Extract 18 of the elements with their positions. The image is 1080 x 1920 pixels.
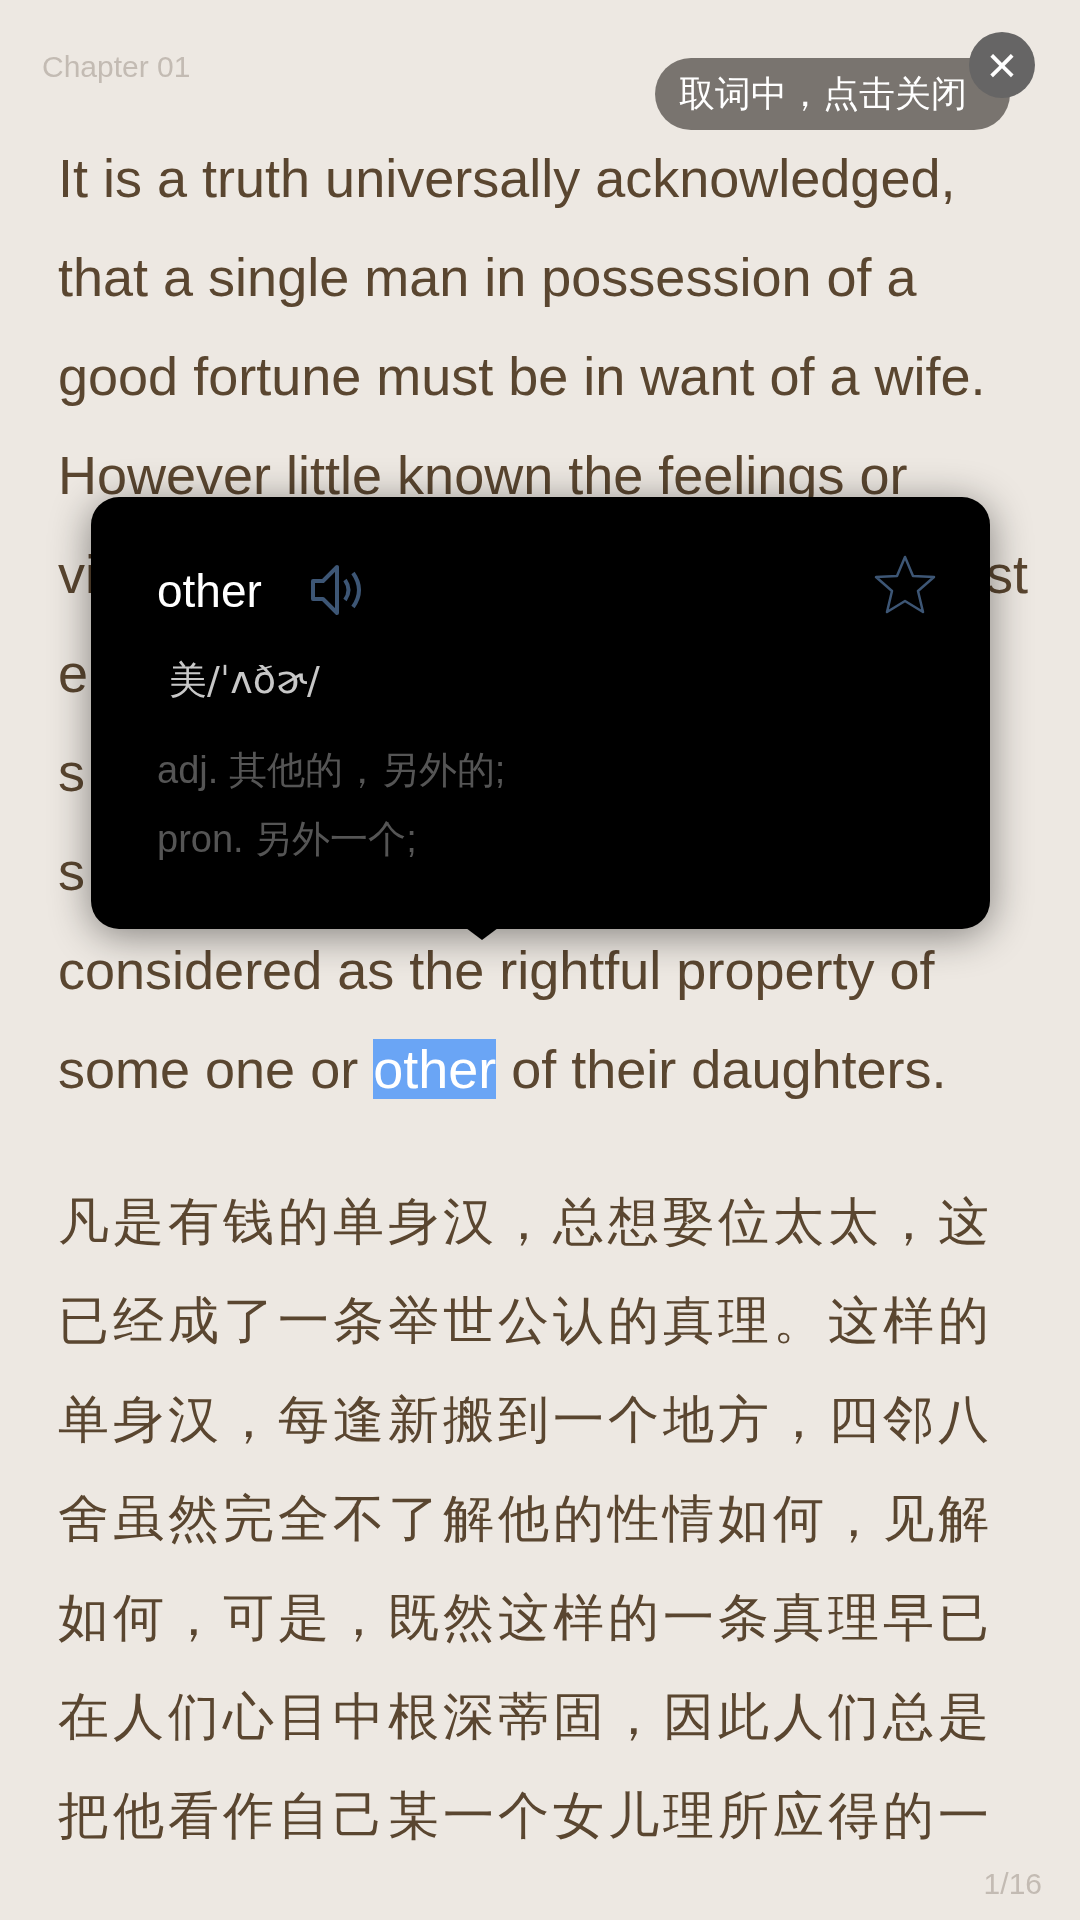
text-line: 凡是有钱的单身汉，总想娶位太太，这 — [58, 1192, 993, 1253]
text-line: 把他看作自己某一个女儿理所应得的一 — [58, 1786, 993, 1847]
text-line: 已经成了一条举世公认的真理。这样的 — [58, 1291, 993, 1352]
phonetic-text: 美/ˈʌðɚ/ — [169, 657, 320, 704]
star-icon[interactable] — [873, 554, 937, 616]
text-line: st — [986, 546, 1028, 601]
definition-text: pron. 另外一个; — [157, 818, 417, 860]
close-button[interactable]: × — [969, 32, 1035, 98]
text-line: 如何，可是，既然这样的一条真理早已 — [58, 1588, 993, 1649]
text-line: 在人们心目中根深蒂固，因此人们总是 — [58, 1687, 993, 1748]
headword: other — [157, 564, 262, 619]
text-line: s — [58, 744, 85, 799]
text-line: 舍虽然完全不了解他的性情如何，见解 — [58, 1489, 993, 1550]
definition-text: adj. 其他的，另外的; — [157, 749, 506, 791]
text-line: e — [58, 645, 89, 700]
text-line: However little known the feelings or — [58, 447, 908, 502]
text-line: s — [58, 843, 85, 898]
text-line: 单身汉，每逢新搬到一个地方，四邻八 — [58, 1390, 993, 1451]
